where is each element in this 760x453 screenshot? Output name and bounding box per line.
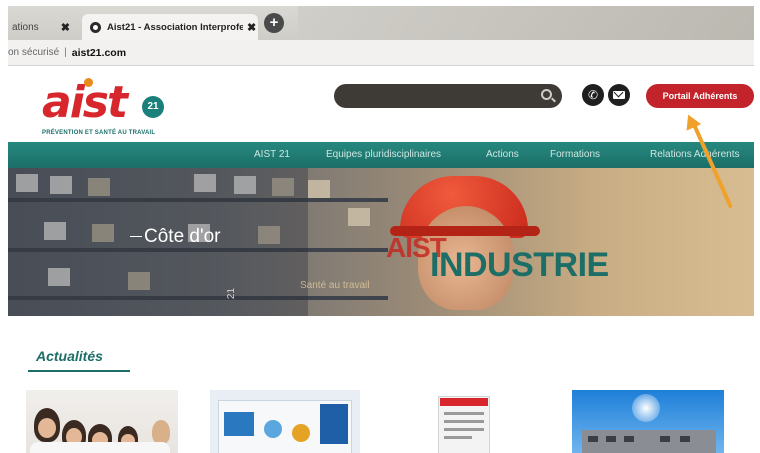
aist21-logo[interactable]: aist 21 PRÉVENTION ET SANTÉ AU TRAVAIL xyxy=(38,74,178,144)
browser-tab-previous[interactable]: ations ✖ xyxy=(10,14,78,40)
building-window xyxy=(588,436,598,442)
search-icon[interactable] xyxy=(541,89,552,100)
news-card-infographic[interactable] xyxy=(210,390,360,453)
nav-item-equipes[interactable]: Equipes pluridisciplinaires xyxy=(326,142,441,168)
building-window xyxy=(606,436,616,442)
tab-label: Aist21 - Association Interprofes: xyxy=(107,21,243,33)
scan-margin-left xyxy=(0,0,8,453)
banner-title: INDUSTRIE xyxy=(430,246,609,284)
person-face xyxy=(152,420,170,444)
infographic-block xyxy=(224,412,254,436)
main-navigation: AIST 21 Equipes pluridisciplinaires Acti… xyxy=(8,142,758,168)
shelf-box xyxy=(348,208,370,226)
address-separator: | xyxy=(64,47,67,58)
connection-security-label[interactable]: on sécurisé xyxy=(8,47,59,58)
infographic-circle xyxy=(264,420,282,438)
scan-margin-right xyxy=(754,0,760,453)
document-line xyxy=(444,428,484,431)
building-window xyxy=(660,436,670,442)
address-bar[interactable]: on sécurisé | aist21.com xyxy=(8,40,758,66)
browser-tab-active[interactable]: Aist21 - Association Interprofes: ✖ xyxy=(82,14,258,40)
shelf-box xyxy=(308,180,330,198)
document-line xyxy=(444,420,484,423)
infographic-block xyxy=(320,404,348,444)
tab-close-icon[interactable]: ✖ xyxy=(247,21,256,34)
logo-dot-icon xyxy=(84,78,93,87)
tab-close-icon[interactable]: ✖ xyxy=(61,21,70,34)
shirts xyxy=(30,442,170,453)
news-heading-underline xyxy=(28,370,130,372)
nav-item-actions[interactable]: Actions xyxy=(486,142,519,168)
new-tab-button[interactable]: + xyxy=(264,13,284,33)
news-card-team-photo[interactable] xyxy=(26,390,178,453)
nav-item-aist21[interactable]: AIST 21 xyxy=(254,142,290,168)
phone-icon: ✆ xyxy=(587,88,599,102)
hero-banner[interactable]: Côte d'or 21 Santé au travail AIST INDUS… xyxy=(8,168,758,316)
building-image xyxy=(582,430,716,453)
browser-tab-bar: ations ✖ Aist21 - Association Interprofe… xyxy=(8,6,758,40)
person-face xyxy=(38,418,56,438)
news-heading: Actualités xyxy=(36,348,103,364)
banner-location: Côte d'or xyxy=(130,226,221,248)
nav-item-relations-adherents[interactable]: Relations Adhérents xyxy=(650,142,740,168)
infographic-circle xyxy=(292,424,310,442)
nav-item-formations[interactable]: Formations xyxy=(550,142,600,168)
logo-badge: 21 xyxy=(142,96,164,118)
news-card-document[interactable] xyxy=(392,390,552,453)
building-window xyxy=(624,436,634,442)
news-card-building[interactable] xyxy=(572,390,724,453)
email-button[interactable] xyxy=(608,84,630,106)
url-text[interactable]: aist21.com xyxy=(72,47,126,59)
document-line xyxy=(444,412,484,415)
envelope-icon xyxy=(613,91,625,99)
tab-label: ations xyxy=(12,21,39,33)
building-window xyxy=(680,436,690,442)
logo-wordmark: aist xyxy=(42,77,128,128)
banner-subtitle: Santé au travail xyxy=(300,280,370,291)
banner-vertical-label: 21 xyxy=(226,287,238,300)
logo-tagline: PRÉVENTION ET SANTÉ AU TRAVAIL xyxy=(42,130,156,136)
phone-button[interactable]: ✆ xyxy=(582,84,604,106)
sun-glare xyxy=(632,394,660,422)
tab-bar-background xyxy=(298,6,758,40)
member-portal-button[interactable]: Portail Adhérents xyxy=(646,84,754,108)
search-input[interactable] xyxy=(334,84,562,108)
document-line xyxy=(444,436,472,439)
favicon-icon xyxy=(90,21,101,33)
document-header-bar xyxy=(440,398,488,406)
